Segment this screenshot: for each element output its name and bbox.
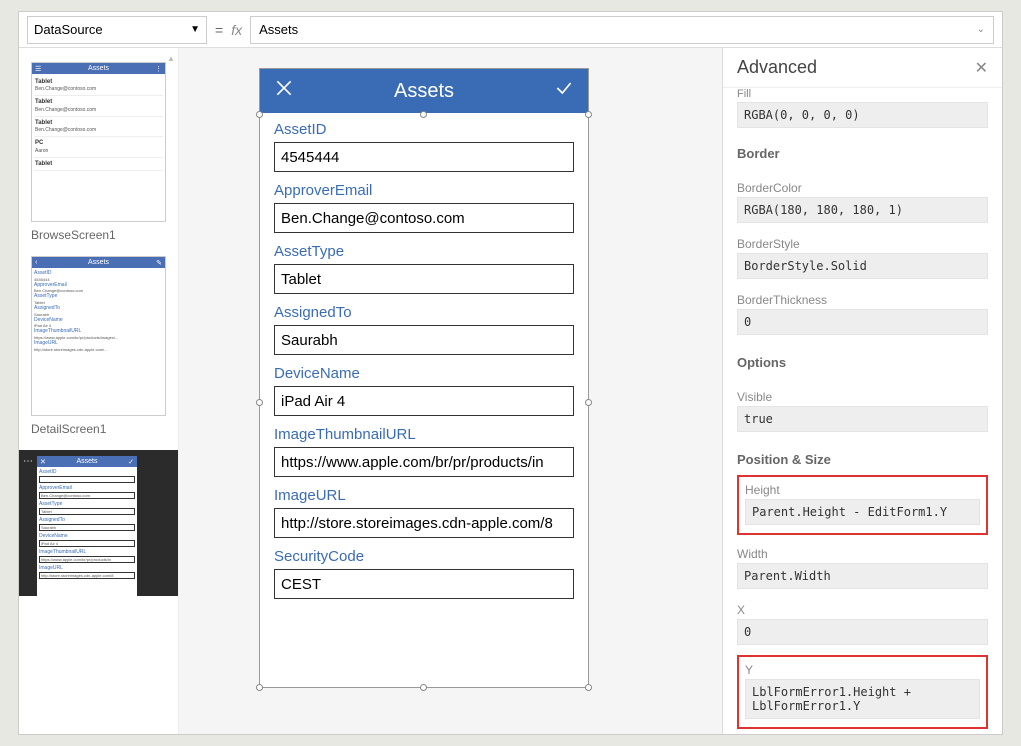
edit-screen-preview[interactable]: Assets AssetID 4545444 ApproverEmail Ben.Ch… <box>259 68 589 688</box>
form-field: ImageURL http://store.storeimages.cdn-app… <box>274 487 574 538</box>
formula-bar: DataSource ▼ = fx Assets ⌄ <box>19 12 1002 48</box>
fx-icon: fx <box>231 22 242 38</box>
property-label-fill: Fill <box>737 88 988 100</box>
field-label: DeviceName <box>274 365 574 382</box>
close-icon[interactable]: ✕ <box>975 58 988 78</box>
form-field: DeviceName iPad Air 4 <box>274 365 574 416</box>
formula-input[interactable]: Assets ⌄ <box>250 16 994 44</box>
equals-sign: = <box>215 22 223 38</box>
property-value-fill[interactable]: RGBA(0, 0, 0, 0) <box>737 102 988 128</box>
field-label: ImageThumbnailURL <box>274 426 574 443</box>
form-field: AssetType Tablet <box>274 243 574 294</box>
edit-form[interactable]: AssetID 4545444 ApproverEmail Ben.Change@co… <box>260 113 588 617</box>
field-input[interactable]: 4545444 <box>274 142 574 172</box>
field-label: AssetType <box>274 243 574 260</box>
app-window: DataSource ▼ = fx Assets ⌄ ▲ ☰ Assets ⋮ … <box>18 11 1003 735</box>
field-label: ApproverEmail <box>274 182 574 199</box>
section-options: Options <box>737 355 988 370</box>
highlighted-y-property: Y LblFormError1.Height + LblFormError1.Y <box>737 655 988 729</box>
field-input[interactable]: Ben.Change@contoso.com <box>274 203 574 233</box>
section-position: Position & Size <box>737 452 988 467</box>
field-input[interactable]: CEST <box>274 569 574 599</box>
main-area: ▲ ☰ Assets ⋮ TabletBen.Change@contoso.co… <box>19 48 1002 734</box>
field-label: ImageURL <box>274 487 574 504</box>
screens-panel: ▲ ☰ Assets ⋮ TabletBen.Change@contoso.co… <box>19 48 179 734</box>
property-value-borderthickness[interactable]: 0 <box>737 309 988 335</box>
screen-thumbnail-browse[interactable]: ☰ Assets ⋮ TabletBen.Change@contoso.comT… <box>31 62 166 242</box>
field-input[interactable]: Tablet <box>274 264 574 294</box>
form-field: ApproverEmail Ben.Change@contoso.com <box>274 182 574 233</box>
cancel-icon[interactable] <box>274 78 294 104</box>
form-field: SecurityCode CEST <box>274 548 574 599</box>
submit-icon[interactable] <box>554 78 574 104</box>
thumbnail-label: DetailScreen1 <box>31 422 166 436</box>
property-label: X <box>737 603 988 617</box>
field-label: AssetID <box>274 121 574 138</box>
form-field: AssetID 4545444 <box>274 121 574 172</box>
screen-thumbnail-detail[interactable]: ‹ Assets ✎ AssetID4545444ApproverEmailBe… <box>31 256 166 436</box>
property-label: BorderStyle <box>737 237 988 251</box>
screen-thumbnail-edit-selected[interactable]: ⋯ ✕ Assets ✓ AssetIDApproverEmailBen.Cha… <box>19 450 178 596</box>
more-icon[interactable]: ⋯ <box>23 456 33 467</box>
field-input[interactable]: https://www.apple.com/br/pr/products/in <box>274 447 574 477</box>
property-value-x[interactable]: 0 <box>737 619 988 645</box>
property-selector-value: DataSource <box>34 22 103 37</box>
property-label: Y <box>745 663 980 677</box>
property-selector[interactable]: DataSource ▼ <box>27 16 207 44</box>
field-label: SecurityCode <box>274 548 574 565</box>
property-value-y[interactable]: LblFormError1.Height + LblFormError1.Y <box>745 679 980 719</box>
field-input[interactable]: iPad Air 4 <box>274 386 574 416</box>
property-label: Width <box>737 547 988 561</box>
property-value-width[interactable]: Parent.Width <box>737 563 988 589</box>
form-field: AssignedTo Saurabh <box>274 304 574 355</box>
field-label: AssignedTo <box>274 304 574 321</box>
property-label: Visible <box>737 390 988 404</box>
screen-title: Assets <box>394 80 454 103</box>
highlighted-height-property: Height Parent.Height - EditForm1.Y <box>737 475 988 535</box>
field-input[interactable]: Saurabh <box>274 325 574 355</box>
screen-header: Assets <box>260 69 588 113</box>
form-field: ImageThumbnailURL https://www.apple.com/b… <box>274 426 574 477</box>
field-input[interactable]: http://store.storeimages.cdn-apple.com/8 <box>274 508 574 538</box>
thumbnail-label: BrowseScreen1 <box>31 228 166 242</box>
property-label: Height <box>745 483 980 497</box>
canvas[interactable]: Assets AssetID 4545444 ApproverEmail Ben.Ch… <box>179 48 722 734</box>
panel-title: Advanced <box>737 57 817 78</box>
property-value-borderstyle[interactable]: BorderStyle.Solid <box>737 253 988 279</box>
property-label: BorderColor <box>737 181 988 195</box>
property-value-bordercolor[interactable]: RGBA(180, 180, 180, 1) <box>737 197 988 223</box>
property-label: BorderThickness <box>737 293 988 307</box>
section-border: Border <box>737 146 988 161</box>
property-value-visible[interactable]: true <box>737 406 988 432</box>
chevron-down-icon: ⌄ <box>977 24 985 35</box>
properties-panel: Advanced ✕ Fill RGBA(0, 0, 0, 0) Border … <box>722 48 1002 734</box>
chevron-down-icon: ▼ <box>190 24 200 35</box>
property-value-height[interactable]: Parent.Height - EditForm1.Y <box>745 499 980 525</box>
scroll-up-icon[interactable]: ▲ <box>166 54 176 84</box>
formula-text: Assets <box>259 22 298 37</box>
